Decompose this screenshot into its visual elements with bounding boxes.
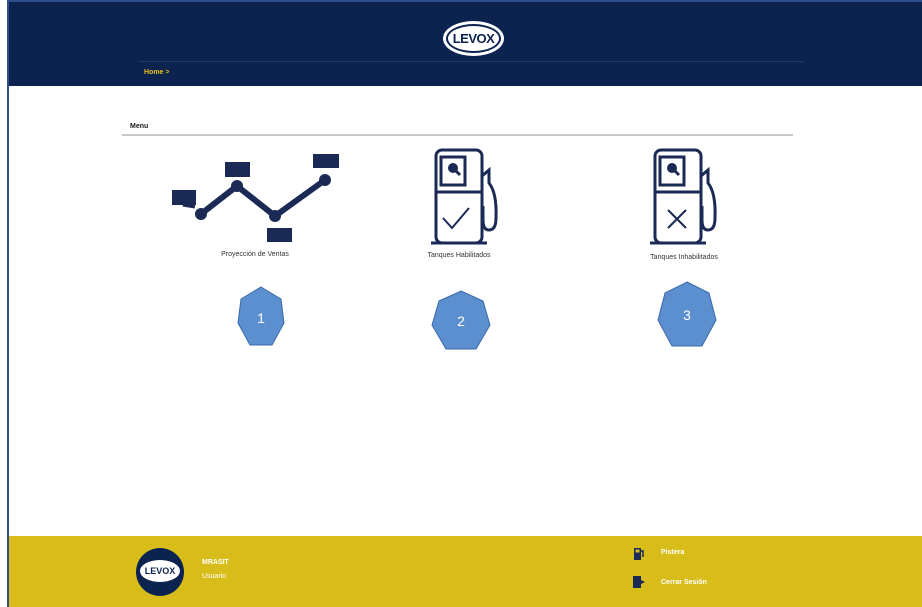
avatar-logo-text: LEVOX xyxy=(140,560,180,582)
menu-divider xyxy=(122,134,793,136)
annotation-badge-2: 2 xyxy=(430,289,492,353)
header-divider xyxy=(139,61,804,62)
username: MRASIT xyxy=(202,559,229,566)
logo-text: LEVOX xyxy=(446,24,501,53)
line-chart-icon xyxy=(172,154,339,242)
badge-number: 3 xyxy=(683,307,691,323)
pistera-link[interactable]: Pistera xyxy=(661,549,684,556)
fuel-pump-x-icon xyxy=(650,148,717,245)
menu-item-label: Proyección de Ventas xyxy=(221,251,289,258)
badge-number: 2 xyxy=(457,313,465,329)
annotation-badge-3: 3 xyxy=(656,280,718,350)
user-role: Usuario xyxy=(202,573,227,580)
frame-border-left xyxy=(7,0,9,607)
menu-item-tanques-habilitados[interactable]: Tanques Habilitados xyxy=(379,148,549,268)
user-avatar[interactable]: LEVOX xyxy=(136,548,184,596)
logout-door-icon[interactable] xyxy=(632,575,646,589)
menu-item-label: Tanques Inhabilitados xyxy=(650,254,718,261)
logout-link[interactable]: Cerrar Sesión xyxy=(661,579,707,586)
badge-number: 1 xyxy=(257,310,265,326)
fuel-pump-check-icon xyxy=(431,148,498,245)
levox-logo[interactable]: LEVOX xyxy=(443,21,504,56)
fuel-pump-icon[interactable] xyxy=(633,547,645,561)
menu-item-proyeccion-ventas[interactable]: Proyección de Ventas xyxy=(165,150,345,265)
menu-title: Menu xyxy=(130,123,149,130)
menu-item-label: Tanques Habilitados xyxy=(427,252,491,259)
menu-item-tanques-inhabilitados[interactable]: Tanques Inhabilitados xyxy=(598,148,768,268)
breadcrumb-home[interactable]: Home > xyxy=(144,69,169,76)
annotation-badge-1: 1 xyxy=(236,285,286,351)
